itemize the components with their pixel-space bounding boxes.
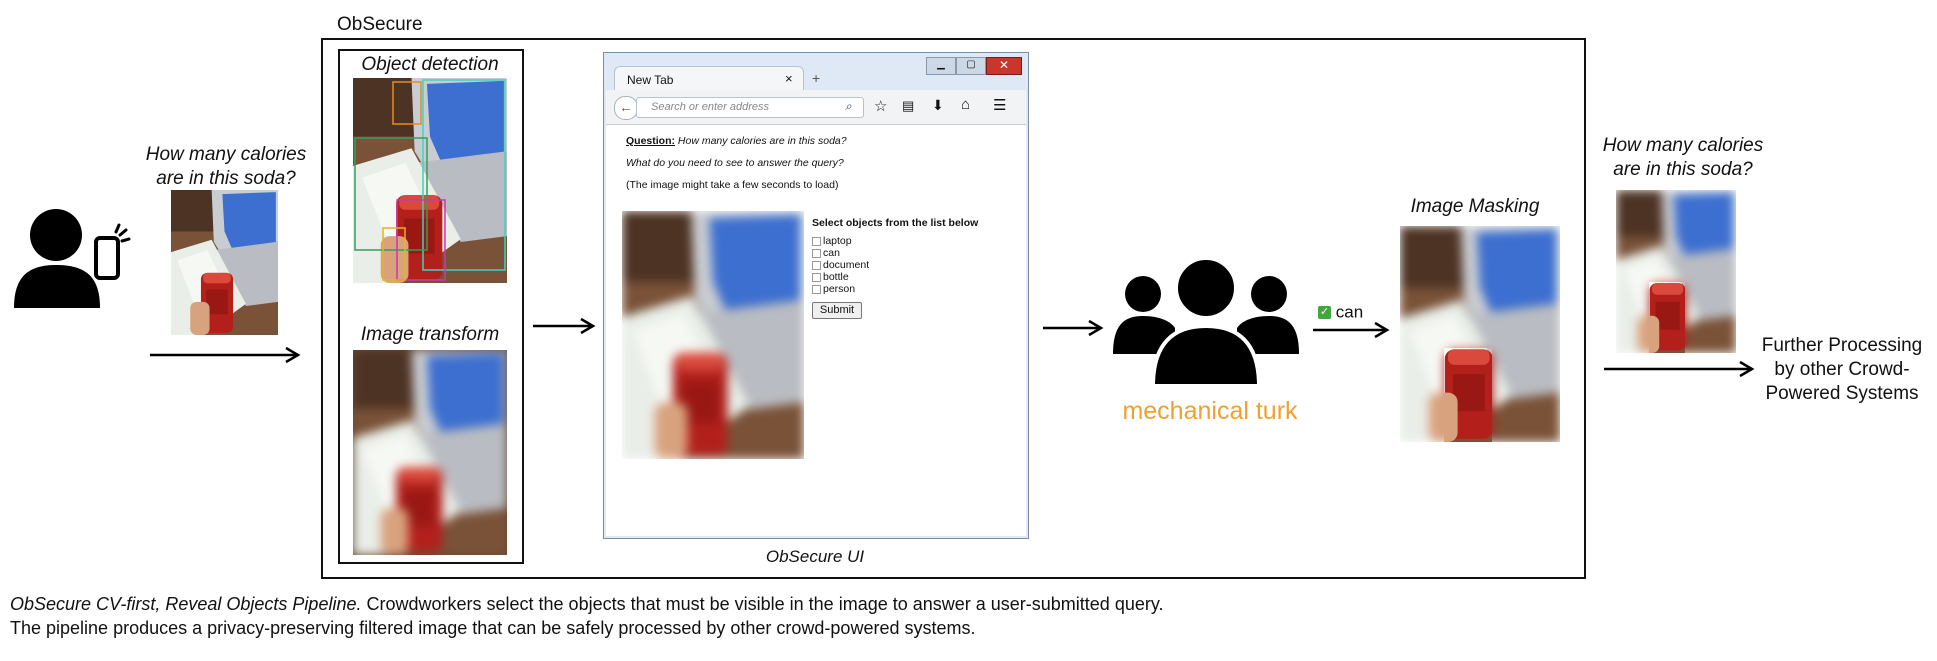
options-list: laptop can document bottle person (812, 235, 869, 295)
window-controls: ▁ ▢ ✕ (926, 57, 1024, 75)
download-icon[interactable]: ⬇ (932, 97, 944, 114)
checkbox[interactable] (812, 284, 821, 294)
option-laptop[interactable]: laptop (812, 235, 869, 247)
page-content: Question: How many calories are in this … (606, 125, 1026, 536)
new-tab-icon[interactable]: + (812, 70, 820, 86)
pipeline-label: ObSecure (337, 14, 423, 35)
home-icon[interactable]: ⌂ (961, 96, 970, 113)
address-bar[interactable]: Search or enter address ⌕ (636, 97, 864, 118)
question-line: Question: How many calories are in this … (626, 135, 847, 147)
nav-bar: ← Search or enter address ⌕ ☆ ▤ ⬇ ⌂ ☰ (606, 90, 1026, 125)
output-masked-photo (1616, 190, 1736, 353)
image-masking-title: Image Masking (1410, 196, 1540, 217)
mechanical-turk-logo-text: mechanical turk (1122, 397, 1298, 425)
original-photo (171, 190, 278, 335)
close-tab-icon[interactable]: × (785, 71, 793, 86)
bookmark-star-icon[interactable]: ☆ (874, 97, 887, 115)
submit-button[interactable]: Submit (812, 302, 862, 319)
arrow-4 (1313, 320, 1391, 340)
reading-list-icon[interactable]: ▤ (902, 98, 914, 114)
tab-new-tab[interactable]: New Tab × (614, 66, 804, 91)
browser-window: New Tab × + ▁ ▢ ✕ ← Search or enter addr… (603, 52, 1029, 539)
option-can[interactable]: can (812, 247, 869, 259)
back-button[interactable]: ← (614, 96, 638, 120)
close-window-button[interactable]: ✕ (986, 57, 1022, 75)
image-transform-title: Image transform (360, 324, 500, 345)
figure-caption: ObSecure CV-first, Reveal Objects Pipeli… (10, 592, 1910, 640)
menu-icon[interactable]: ☰ (993, 96, 1006, 114)
user-with-phone-icon (12, 205, 132, 310)
further-processing-text: Further Processing by other Crowd- Power… (1761, 335, 1923, 404)
caption-lead: ObSecure CV-first, Reveal Objects Pipeli… (10, 594, 362, 614)
output-query-text: How many calories are in this soda? (1602, 135, 1764, 180)
check-icon: ✓ (1318, 306, 1331, 320)
option-document[interactable]: document (812, 259, 869, 271)
prompt-line: What do you need to see to answer the qu… (626, 157, 844, 169)
search-icon: ⌕ (845, 99, 852, 113)
maximize-button[interactable]: ▢ (956, 57, 986, 75)
object-detection-title: Object detection (361, 54, 499, 75)
option-person[interactable]: person (812, 283, 869, 295)
user-query-text: How many calories are in this soda? (145, 144, 307, 189)
crowd-workers-icon (1113, 256, 1299, 388)
select-heading: Select objects from the list below (812, 217, 979, 229)
detection-photo (353, 78, 507, 283)
minimize-button[interactable]: ▁ (926, 57, 956, 75)
arrow-1 (150, 345, 302, 365)
caption-line2: The pipeline produces a privacy-preservi… (10, 618, 976, 638)
caption-rest: Crowdworkers select the objects that mus… (361, 594, 1164, 614)
checkbox[interactable] (812, 236, 821, 246)
option-bottle[interactable]: bottle (812, 271, 869, 283)
checkbox[interactable] (812, 272, 821, 282)
checkbox[interactable] (812, 248, 821, 258)
arrow-3 (1043, 318, 1105, 338)
masked-photo (1400, 226, 1560, 442)
blurred-query-image (622, 211, 804, 459)
transformed-photo (353, 350, 507, 555)
arrow-2 (533, 316, 596, 336)
arrow-5 (1604, 359, 1756, 379)
ui-caption: ObSecure UI (765, 547, 865, 566)
loading-note: (The image might take a few seconds to l… (626, 179, 839, 191)
checkbox[interactable] (812, 260, 821, 270)
